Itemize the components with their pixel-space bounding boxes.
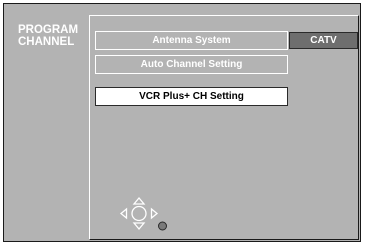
menu-title: PROGRAM CHANNEL (18, 24, 88, 48)
navigation-hint (118, 188, 173, 238)
menu-title-line1: PROGRAM (18, 24, 79, 36)
vcr-plus-ch-setting-button[interactable]: VCR Plus+ CH Setting (95, 87, 288, 106)
antenna-system-label: Antenna System (152, 35, 231, 46)
antenna-system-value[interactable]: CATV (289, 32, 358, 49)
menu-title-line2: CHANNEL (18, 36, 75, 48)
auto-channel-setting-button[interactable]: Auto Channel Setting (95, 55, 288, 74)
vcr-plus-ch-setting-label: VCR Plus+ CH Setting (139, 91, 244, 102)
auto-channel-setting-label: Auto Channel Setting (140, 59, 243, 70)
antenna-system-button[interactable]: Antenna System (95, 31, 288, 50)
dpad-navigation-icon (119, 196, 167, 231)
